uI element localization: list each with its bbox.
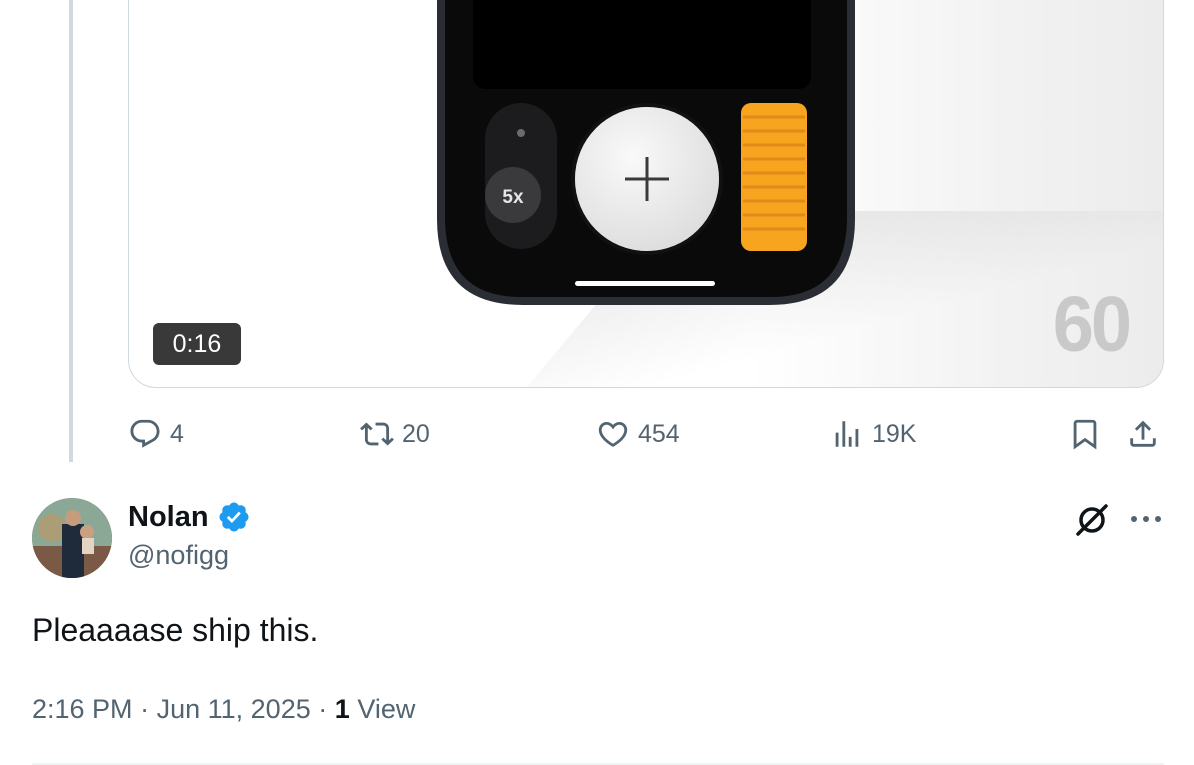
tweet-thread: 5x 0:16 60 4 20 454 19K Nolan @nofigg Pl… [0,0,1194,765]
views-count: 19K [872,419,917,448]
tweet-metadata: 2:16 PM · Jun 11, 2025 · 1 View [32,694,415,725]
more-icon[interactable] [1126,504,1166,534]
thread-connector [69,0,73,462]
tweet-text: Pleaaaase ship this. [32,612,319,648]
like-button[interactable]: 454 [596,412,680,456]
bookmark-icon [1073,419,1097,450]
verified-badge-icon[interactable] [217,500,251,534]
views-icon [835,421,859,447]
reply-count: 4 [170,419,184,448]
author-handle[interactable]: @nofigg [128,540,251,571]
views-button[interactable]: 19K [830,412,916,456]
repost-icon [360,422,394,446]
zoom-label: 5x [502,187,524,208]
phone-illustration: 5x [437,0,855,305]
heart-icon [598,421,628,447]
video-frame-number: 60 [1052,279,1132,368]
avatar[interactable] [32,498,112,578]
meta-separator: · [140,694,150,724]
reply-button[interactable]: 4 [128,412,184,456]
reply-icon [130,419,160,448]
author-name[interactable]: Nolan [128,501,209,534]
tweet-view-count: 1 [334,694,350,724]
author-row: Nolan [128,500,251,534]
share-button[interactable] [1126,412,1160,456]
share-icon [1130,420,1156,447]
tweet-action-bar: 4 20 454 19K [0,412,1194,456]
tweet-view-label: View [357,694,416,724]
video-media[interactable]: 5x 0:16 60 [128,0,1164,388]
tweet-date[interactable]: Jun 11, 2025 [157,694,311,724]
bookmark-button[interactable] [1068,412,1102,456]
avatar-photo [32,498,112,578]
repost-count: 20 [402,419,430,448]
author-block: Nolan @nofigg [128,500,251,571]
meta-separator: · [318,694,328,724]
video-duration-badge: 0:16 [153,323,241,365]
repost-button[interactable]: 20 [360,412,430,456]
like-count: 454 [638,419,680,448]
tweet-time[interactable]: 2:16 PM [32,694,133,724]
grok-icon[interactable] [1072,500,1112,540]
